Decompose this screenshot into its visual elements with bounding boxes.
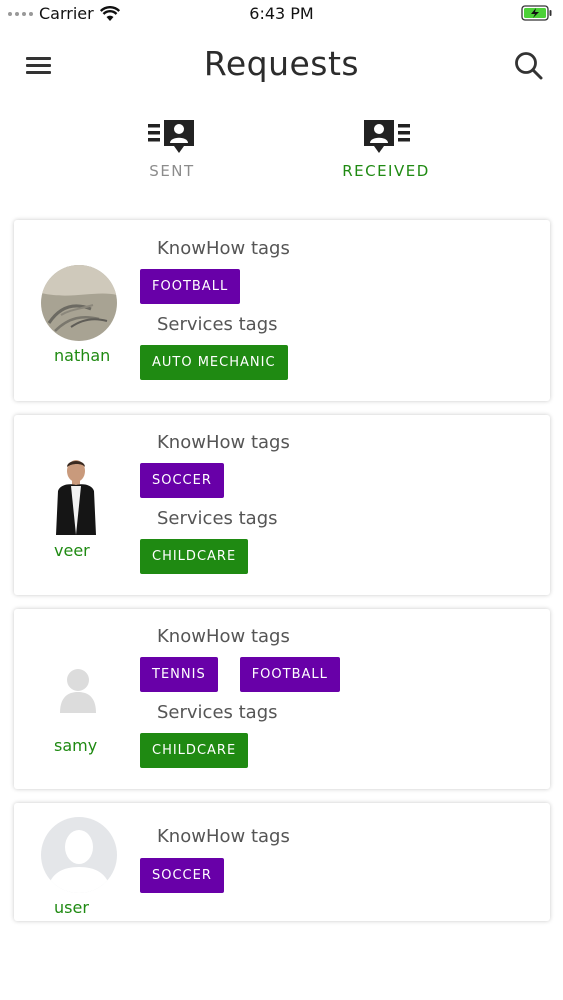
knowhow-tags: FOOTBALL [140,269,241,304]
user-name: user [54,898,89,917]
request-card[interactable]: nathan KnowHow tags FOOTBALL Services ta… [14,220,550,401]
services-label: Services tags [157,508,278,529]
app-header: Requests [0,40,563,92]
knowhow-tag: SOCCER [140,858,224,893]
knowhow-label: KnowHow tags [157,238,290,259]
request-card[interactable]: user KnowHow tags SOCCER [14,803,550,921]
knowhow-label: KnowHow tags [157,626,290,647]
services-tags: CHILDCARE [140,733,249,768]
services-label: Services tags [157,314,278,335]
request-card[interactable]: samy KnowHow tags TENNIS FOOTBALL Servic… [14,609,550,789]
knowhow-tag: FOOTBALL [140,269,241,304]
services-tag: CHILDCARE [140,539,249,574]
knowhow-tags: SOCCER [140,858,224,893]
tab-sent-label: SENT [149,162,195,180]
services-tag: CHILDCARE [140,733,249,768]
search-icon[interactable] [513,50,545,82]
tab-received[interactable]: RECEIVED [316,118,456,184]
tab-sent[interactable]: SENT [102,118,242,184]
knowhow-label: KnowHow tags [157,432,290,453]
status-time: 6:43 PM [249,4,314,23]
status-bar: Carrier 6:43 PM [0,0,563,28]
default-avatar-icon [48,659,108,719]
knowhow-tag: FOOTBALL [239,657,340,692]
services-label: Services tags [157,702,278,723]
services-tag: AUTO MECHANIC [140,345,288,380]
user-name: nathan [54,346,111,365]
knowhow-label: KnowHow tags [157,826,290,847]
services-tags: AUTO MECHANIC [140,345,288,380]
knowhow-tag: TENNIS [140,657,218,692]
knowhow-tag: SOCCER [140,463,224,498]
request-card[interactable]: veer KnowHow tags SOCCER Services tags C… [14,415,550,595]
user-name: veer [54,541,90,560]
knowhow-tags: TENNIS FOOTBALL [140,657,340,692]
knowhow-tags: SOCCER [140,463,224,498]
battery-icon [521,5,553,25]
received-requests-icon [364,120,410,153]
user-name: samy [54,736,98,755]
services-tags: CHILDCARE [140,539,249,574]
request-tabs: SENT RECEIVED [0,118,563,188]
avatar [41,265,117,341]
default-avatar-icon [41,817,117,893]
avatar [38,457,114,537]
sent-requests-icon [148,120,194,153]
page-title: Requests [203,44,360,83]
tab-received-label: RECEIVED [342,162,430,180]
